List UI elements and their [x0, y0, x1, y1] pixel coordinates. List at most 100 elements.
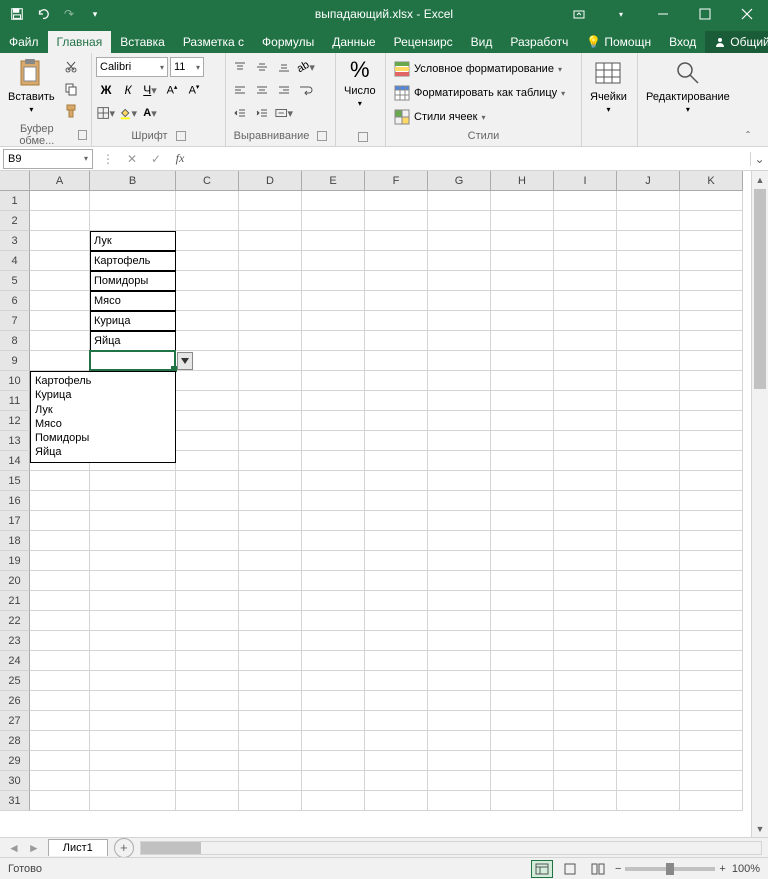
cells-button[interactable]: Ячейки ▾	[586, 55, 631, 116]
cell[interactable]	[302, 291, 365, 311]
row-header[interactable]: 26	[0, 691, 30, 711]
row-header[interactable]: 29	[0, 751, 30, 771]
cell[interactable]	[302, 311, 365, 331]
tab-login[interactable]: Вход	[660, 31, 705, 53]
cell[interactable]	[30, 331, 90, 351]
cell[interactable]	[239, 591, 302, 611]
collapse-ribbon-icon[interactable]: ˆ	[738, 53, 758, 146]
cell[interactable]	[176, 791, 239, 811]
cell[interactable]	[680, 231, 743, 251]
cell[interactable]	[428, 291, 491, 311]
cell[interactable]	[554, 771, 617, 791]
font-color-icon[interactable]: A▾	[140, 103, 160, 123]
cell[interactable]	[428, 611, 491, 631]
cell[interactable]	[617, 691, 680, 711]
cell[interactable]	[90, 671, 176, 691]
horizontal-scrollbar[interactable]	[140, 841, 762, 855]
cell[interactable]	[428, 391, 491, 411]
cell[interactable]	[90, 691, 176, 711]
cell[interactable]	[428, 531, 491, 551]
cell[interactable]	[428, 731, 491, 751]
cell[interactable]	[554, 391, 617, 411]
cell[interactable]	[554, 711, 617, 731]
cell[interactable]	[491, 751, 554, 771]
cell[interactable]	[239, 311, 302, 331]
cell[interactable]	[176, 671, 239, 691]
cell[interactable]	[302, 671, 365, 691]
fill-color-icon[interactable]: ▾	[118, 103, 138, 123]
wrap-text-icon[interactable]	[296, 80, 316, 100]
cell[interactable]	[617, 671, 680, 691]
cell[interactable]	[302, 251, 365, 271]
cell[interactable]	[491, 391, 554, 411]
cell[interactable]	[491, 711, 554, 731]
cell[interactable]	[554, 471, 617, 491]
ribbon-options-icon[interactable]	[558, 0, 600, 28]
align-center-icon[interactable]	[252, 80, 272, 100]
cell[interactable]	[365, 451, 428, 471]
cell[interactable]	[617, 571, 680, 591]
cell[interactable]	[30, 471, 90, 491]
cell[interactable]	[176, 551, 239, 571]
undo-icon[interactable]	[32, 3, 54, 25]
cell[interactable]	[365, 571, 428, 591]
cell[interactable]	[428, 431, 491, 451]
cell[interactable]	[302, 511, 365, 531]
cell[interactable]	[176, 491, 239, 511]
sheet-nav-next-icon[interactable]: ►	[28, 841, 40, 855]
cell[interactable]	[428, 191, 491, 211]
cell[interactable]	[491, 471, 554, 491]
minimize-icon[interactable]	[642, 0, 684, 28]
row-header[interactable]: 25	[0, 671, 30, 691]
cell[interactable]	[428, 751, 491, 771]
row-header[interactable]: 3	[0, 231, 30, 251]
formula-dropdown-icon[interactable]: ⋮	[96, 149, 120, 169]
cell[interactable]	[617, 431, 680, 451]
cell[interactable]	[554, 731, 617, 751]
cell[interactable]	[176, 691, 239, 711]
number-launcher-icon[interactable]	[358, 132, 368, 142]
cell[interactable]	[239, 531, 302, 551]
cell[interactable]	[302, 191, 365, 211]
cell[interactable]	[239, 231, 302, 251]
cell[interactable]	[30, 751, 90, 771]
page-break-icon[interactable]	[587, 860, 609, 878]
cell[interactable]	[617, 591, 680, 611]
cell[interactable]	[491, 791, 554, 811]
cell[interactable]	[617, 451, 680, 471]
cell[interactable]	[90, 771, 176, 791]
cell[interactable]	[176, 331, 239, 351]
cell[interactable]	[680, 191, 743, 211]
dropdown-item[interactable]: Картофель	[35, 374, 171, 388]
cell[interactable]	[176, 571, 239, 591]
cell[interactable]	[30, 631, 90, 651]
cell[interactable]	[239, 771, 302, 791]
row-header[interactable]: 12	[0, 411, 30, 431]
col-header[interactable]: A	[30, 171, 90, 191]
cell[interactable]	[680, 351, 743, 371]
row-header[interactable]: 19	[0, 551, 30, 571]
cell[interactable]	[617, 211, 680, 231]
cell[interactable]	[90, 731, 176, 751]
cell[interactable]	[90, 511, 176, 531]
cell[interactable]	[680, 491, 743, 511]
cell[interactable]	[90, 571, 176, 591]
cell[interactable]	[365, 611, 428, 631]
cell[interactable]	[30, 191, 90, 211]
cell[interactable]	[176, 731, 239, 751]
cell[interactable]	[428, 571, 491, 591]
cell[interactable]: Картофель	[90, 251, 176, 271]
cell[interactable]	[617, 411, 680, 431]
tab-главная[interactable]: Главная	[48, 31, 112, 53]
cell[interactable]	[302, 651, 365, 671]
cell[interactable]	[617, 351, 680, 371]
cell[interactable]	[617, 391, 680, 411]
cell[interactable]	[554, 191, 617, 211]
alignment-launcher-icon[interactable]	[317, 131, 327, 141]
cell[interactable]	[617, 311, 680, 331]
cell[interactable]	[617, 751, 680, 771]
cell[interactable]	[617, 251, 680, 271]
borders-icon[interactable]: ▾	[96, 103, 116, 123]
page-layout-icon[interactable]	[559, 860, 581, 878]
cell[interactable]	[176, 511, 239, 531]
